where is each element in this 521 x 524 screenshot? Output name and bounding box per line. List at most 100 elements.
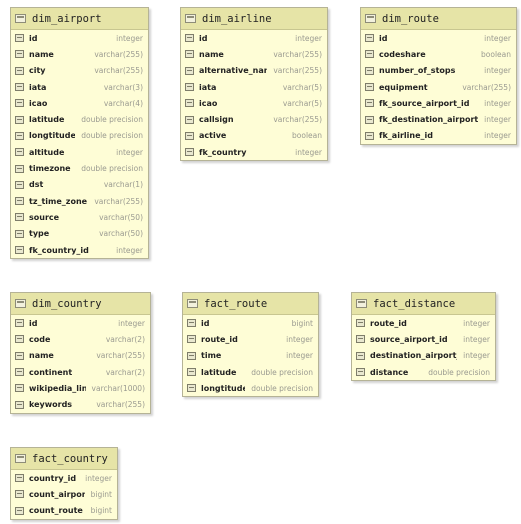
column-name: number_of_stops [379, 66, 456, 76]
column-name: alternative_name [199, 66, 267, 76]
column-row[interactable]: route_id integer [352, 315, 495, 331]
column-icon [15, 506, 24, 515]
column-name: codeshare [379, 49, 426, 59]
column-row[interactable]: name varchar(255) [181, 46, 327, 62]
table-name: dim_route [382, 12, 439, 25]
column-name: name [29, 49, 54, 59]
column-icon [365, 83, 374, 92]
table-fact-country[interactable]: fact_country country_id integer count_airp… [10, 447, 118, 520]
column-row[interactable]: iata varchar(3) [11, 79, 148, 95]
column-row[interactable]: altitude integer [11, 144, 148, 160]
column-row[interactable]: longtitude double precision [183, 380, 318, 396]
table-dim-country[interactable]: dim_country id integer code varchar(2) name v… [10, 292, 151, 414]
column-type: integer [484, 98, 511, 108]
table-header[interactable]: dim_route [361, 8, 516, 30]
column-name: keywords [29, 400, 73, 410]
column-type: varchar(1000) [91, 383, 145, 393]
column-list: id integer codeshare boolean number_of_stops… [361, 30, 516, 144]
column-row[interactable]: equipment varchar(255) [361, 79, 516, 95]
column-row[interactable]: time integer [183, 348, 318, 364]
table-icon [15, 454, 26, 463]
column-row[interactable]: city varchar(255) [11, 63, 148, 79]
column-row[interactable]: keywords varchar(255) [11, 396, 150, 412]
column-name: country_id [29, 473, 77, 483]
table-name: fact_route [204, 297, 268, 310]
column-icon [365, 66, 374, 75]
column-row[interactable]: code varchar(2) [11, 331, 150, 347]
table-dim-airport[interactable]: dim_airport id integer name varchar(255) cit… [10, 7, 149, 260]
column-row[interactable]: codeshare boolean [361, 46, 516, 62]
column-name: fk_destination_airport_id [379, 115, 479, 125]
column-row[interactable]: source_airport_id integer [352, 331, 495, 347]
column-name: equipment [379, 82, 428, 92]
column-type: double precision [81, 131, 143, 141]
column-name: longtitude [29, 131, 76, 141]
column-row[interactable]: id integer [11, 30, 148, 46]
column-row[interactable]: wikipedia_link varchar(1000) [11, 380, 150, 396]
column-row[interactable]: callsign varchar(255) [181, 111, 327, 127]
table-header[interactable]: fact_country [11, 448, 117, 470]
column-icon [185, 115, 194, 124]
column-row[interactable]: count_airport bigint [11, 486, 117, 502]
column-row[interactable]: longtitude double precision [11, 128, 148, 144]
column-row[interactable]: type varchar(50) [11, 226, 148, 242]
column-icon [15, 83, 24, 92]
column-row[interactable]: continent varchar(2) [11, 364, 150, 380]
column-row[interactable]: fk_source_airport_id integer [361, 95, 516, 111]
column-row[interactable]: country_id integer [11, 470, 117, 486]
table-header[interactable]: dim_airport [11, 8, 148, 30]
column-row[interactable]: id integer [11, 315, 150, 331]
column-row[interactable]: iata varchar(5) [181, 79, 327, 95]
column-row[interactable]: icao varchar(5) [181, 95, 327, 111]
column-row[interactable]: latitude double precision [11, 111, 148, 127]
column-name: source_airport_id [370, 334, 448, 344]
table-dim-airline[interactable]: dim_airline id integer name varchar(255) alt… [180, 7, 328, 162]
table-header[interactable]: fact_distance [352, 293, 495, 315]
column-row[interactable]: icao varchar(4) [11, 95, 148, 111]
column-row[interactable]: number_of_stops integer [361, 63, 516, 79]
column-row[interactable]: id integer [361, 30, 516, 46]
column-row[interactable]: fk_country_id integer [11, 242, 148, 258]
column-name: dst [29, 180, 44, 190]
table-header[interactable]: fact_route [183, 293, 318, 315]
column-row[interactable]: latitude double precision [183, 364, 318, 380]
column-row[interactable]: count_route bigint [11, 503, 117, 519]
column-row[interactable]: name varchar(255) [11, 348, 150, 364]
column-icon [15, 164, 24, 173]
column-row[interactable]: fk_airline_id integer [361, 128, 516, 144]
column-row[interactable]: id integer [181, 30, 327, 46]
table-icon [365, 14, 376, 23]
column-type: integer [118, 318, 145, 328]
column-row[interactable]: dst varchar(1) [11, 177, 148, 193]
column-name: latitude [29, 115, 65, 125]
column-name: icao [29, 98, 48, 108]
column-type: varchar(255) [94, 49, 143, 59]
table-name: dim_airline [202, 12, 272, 25]
column-row[interactable]: destination_airport_id integer [352, 348, 495, 364]
column-icon [365, 99, 374, 108]
column-row[interactable]: active boolean [181, 128, 327, 144]
table-fact-route[interactable]: fact_route id bigint route_id integer time in… [182, 292, 319, 398]
column-type: integer [295, 147, 322, 157]
table-dim-route[interactable]: dim_route id integer codeshare boolean numbe… [360, 7, 517, 146]
column-list: idintegernamevarchar(255)alternative_nam… [181, 30, 327, 160]
table-header[interactable]: dim_country [11, 293, 150, 315]
column-row[interactable]: alternative_name varchar(255) [181, 63, 327, 79]
column-row[interactable]: route_id integer [183, 331, 318, 347]
table-header[interactable]: dim_airline [181, 8, 327, 30]
column-row[interactable]: tz_time_zone varchar(255) [11, 193, 148, 209]
column-row[interactable]: distance double precision [352, 364, 495, 380]
column-name: type [29, 229, 50, 239]
column-row[interactable]: timezone double precision [11, 160, 148, 176]
column-row[interactable]: source varchar(50) [11, 209, 148, 225]
column-name: name [29, 351, 54, 361]
column-type: varchar(5) [282, 82, 322, 92]
table-fact-distance[interactable]: fact_distance route_id integer source_airp… [351, 292, 496, 382]
column-row[interactable]: id bigint [183, 315, 318, 331]
column-type: integer [116, 245, 143, 255]
column-type: integer [484, 131, 511, 141]
column-row[interactable]: fk_country integer [181, 144, 327, 160]
column-name: id [199, 33, 208, 43]
column-row[interactable]: name varchar(255) [11, 46, 148, 62]
column-row[interactable]: fk_destination_airport_id integer [361, 111, 516, 127]
